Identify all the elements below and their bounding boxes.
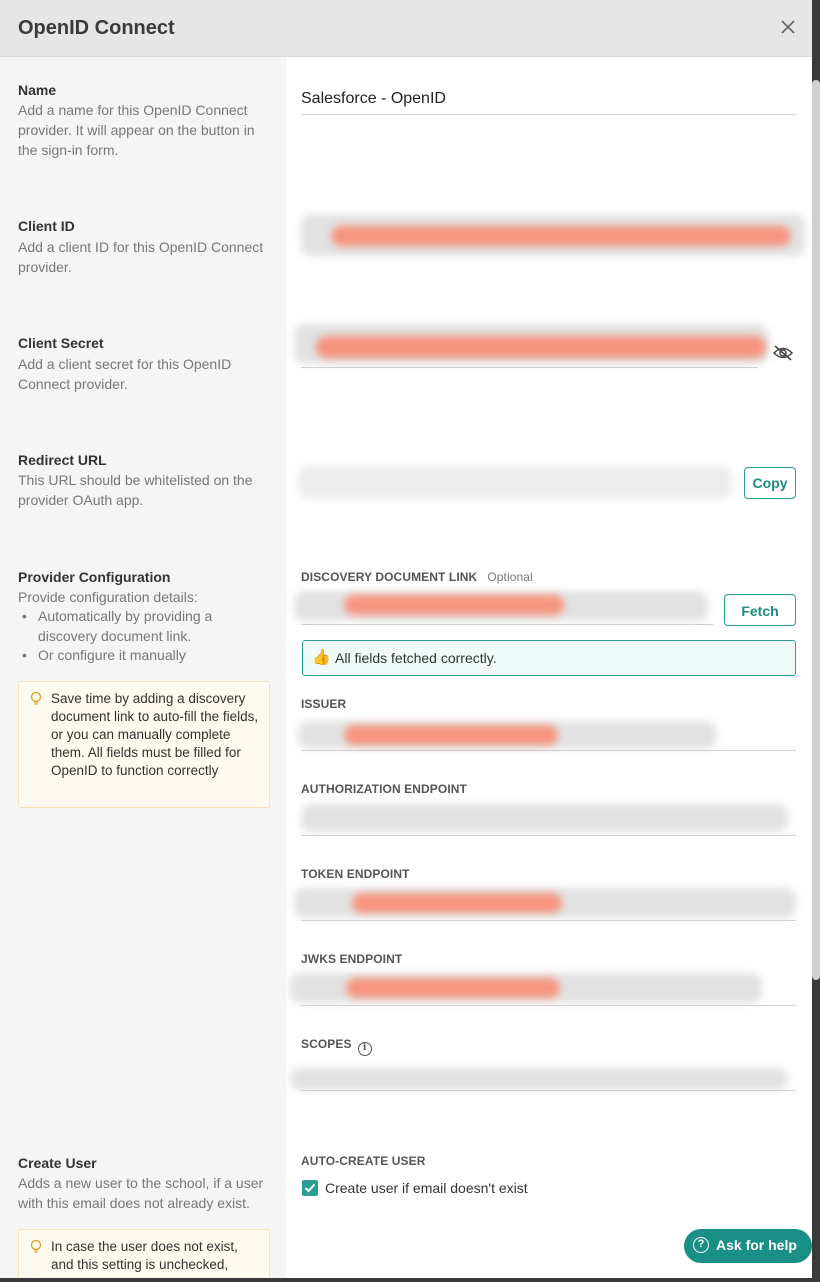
optional-hint: Optional	[487, 570, 533, 584]
provider-config-option: Automatically by providing a discovery d…	[22, 607, 270, 646]
provider-config-tip-text: Save time by adding a discovery document…	[51, 691, 259, 778]
scopes-label: SCOPES i	[301, 1037, 372, 1056]
info-icon[interactable]: i	[357, 1042, 372, 1056]
scopes-input[interactable]	[290, 1068, 788, 1090]
fetch-success-message: 👍 All fields fetched correctly.	[302, 640, 796, 676]
thumbs-up-icon: 👍	[312, 649, 331, 666]
issuer-underline	[301, 750, 796, 751]
client-secret-input[interactable]	[294, 324, 768, 364]
create-user-section-title: Create User	[18, 1155, 97, 1171]
modal-title: OpenID Connect	[18, 17, 175, 39]
name-section-title: Name	[18, 82, 57, 98]
provider-config-option: Or configure it manually	[22, 646, 270, 666]
provider-config-section-description: Provide configuration details:	[18, 589, 198, 605]
redirect-url-field	[298, 466, 732, 498]
authorization-endpoint-input[interactable]	[301, 804, 788, 832]
modal-header: OpenID Connect	[0, 0, 812, 57]
token-endpoint-input[interactable]	[294, 888, 796, 918]
scopes-redacted-value	[290, 1068, 788, 1090]
create-user-tip-text: In case the user does not exist, and thi…	[51, 1239, 238, 1272]
discovery-document-label: DISCOVERY DOCUMENT LINK Optional	[301, 570, 533, 584]
provider-config-tip: Save time by adding a discovery document…	[18, 681, 270, 808]
client-id-input[interactable]	[301, 214, 805, 256]
redirect-url-section-title: Redirect URL	[18, 452, 107, 468]
client-secret-section-title: Client Secret	[18, 335, 104, 351]
ask-for-help-button[interactable]: ? Ask for help	[684, 1229, 812, 1263]
issuer-label: ISSUER	[301, 697, 347, 711]
lightbulb-icon	[30, 1239, 42, 1253]
client-secret-section-description: Add a client secret for this OpenID Conn…	[18, 356, 232, 392]
token-underline	[301, 920, 796, 921]
jwks-endpoint-label: JWKS ENDPOINT	[301, 952, 403, 966]
eye-off-icon[interactable]	[772, 344, 794, 362]
client-secret-underline	[301, 367, 758, 368]
discovery-redacted-value	[344, 595, 564, 615]
issuer-redacted-value	[344, 725, 558, 745]
copy-button[interactable]: Copy	[744, 467, 796, 499]
name-input[interactable]: Salesforce - OpenID	[301, 90, 446, 108]
name-input-underline	[301, 114, 796, 115]
scrollbar[interactable]	[812, 80, 820, 980]
scopes-label-text: SCOPES	[301, 1037, 352, 1051]
issuer-input[interactable]	[298, 721, 716, 749]
lightbulb-icon	[30, 691, 42, 705]
fetch-success-text: All fields fetched correctly.	[335, 650, 497, 666]
auto-create-user-checkbox-label[interactable]: Create user if email doesn't exist	[325, 1180, 528, 1196]
discovery-document-input[interactable]	[294, 591, 708, 621]
jwks-endpoint-input[interactable]	[290, 973, 762, 1003]
client-id-section-title: Client ID	[18, 218, 75, 234]
authorization-endpoint-label: AUTHORIZATION ENDPOINT	[301, 782, 467, 796]
token-endpoint-label: TOKEN ENDPOINT	[301, 867, 410, 881]
authorization-underline	[301, 835, 796, 836]
provider-config-options: Automatically by providing a discovery d…	[22, 607, 270, 666]
provider-config-section-title: Provider Configuration	[18, 569, 171, 585]
create-user-section-description: Adds a new user to the school, if a user…	[18, 1175, 264, 1211]
redirect-url-redacted-value	[298, 466, 732, 498]
authorization-redacted-value	[301, 804, 788, 832]
jwks-redacted-value	[346, 978, 560, 998]
create-user-tip: In case the user does not exist, and thi…	[18, 1229, 270, 1278]
token-redacted-value	[352, 893, 562, 913]
client-id-section-description: Add a client ID for this OpenID Connect …	[18, 239, 264, 275]
checkmark-icon	[304, 1183, 316, 1193]
client-id-redacted-value	[331, 226, 791, 246]
name-section-description: Add a name for this OpenID Connect provi…	[18, 102, 255, 158]
ask-for-help-label: Ask for help	[716, 1237, 797, 1253]
auto-create-user-label: AUTO-CREATE USER	[301, 1154, 426, 1168]
scopes-underline	[301, 1090, 796, 1091]
discovery-document-label-text: DISCOVERY DOCUMENT LINK	[301, 570, 478, 584]
jwks-underline	[301, 1005, 796, 1006]
client-secret-redacted-value	[316, 336, 766, 358]
redirect-url-section-description: This URL should be whitelisted on the pr…	[18, 472, 253, 508]
discovery-underline	[301, 624, 713, 625]
question-circle-icon: ?	[693, 1237, 709, 1253]
fetch-button[interactable]: Fetch	[724, 594, 796, 626]
openid-connect-modal: OpenID Connect Name Add a name for this …	[0, 0, 812, 1278]
close-icon[interactable]	[778, 17, 798, 37]
auto-create-user-checkbox[interactable]	[302, 1180, 318, 1196]
